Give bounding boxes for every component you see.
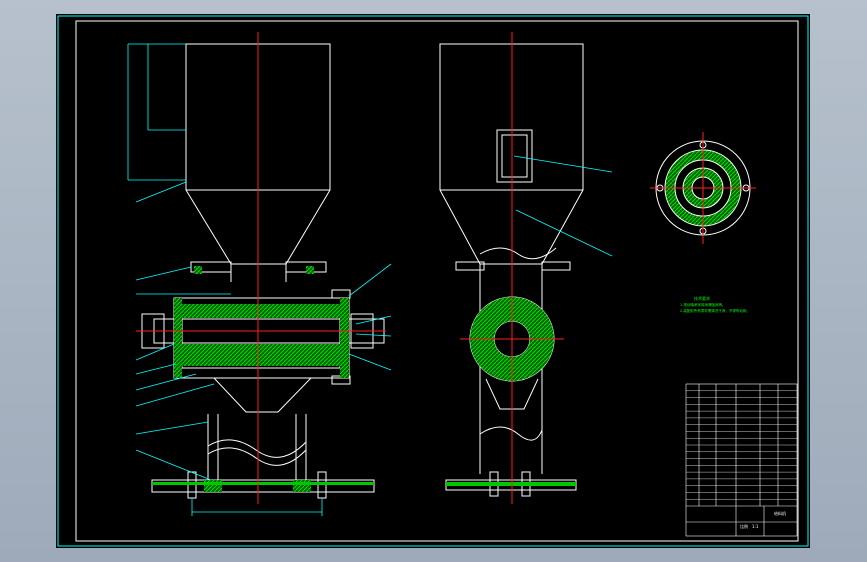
top-view — [650, 132, 756, 244]
front-leaders — [127, 43, 392, 516]
title-block: 给料机 比例 1:1 — [686, 506, 797, 536]
base-plate — [151, 479, 375, 493]
drawing-name: 给料机 — [774, 511, 786, 516]
drawing-sheet: 技术要求 1.滚动轴承采用润滑脂润滑。 2.装配前所有零件需清洗干净，不得有毛刺… — [56, 14, 810, 548]
front-centerlines — [136, 32, 386, 504]
notes-line-2: 2.装配前所有零件需清洗干净，不得有毛刺。 — [680, 309, 750, 313]
scale-value: 1:1 — [752, 524, 759, 529]
parts-list-fill — [700, 390, 715, 502]
front-hatching — [152, 266, 374, 492]
front-view — [141, 43, 385, 499]
engineering-drawing — [57, 15, 809, 547]
side-leaders — [513, 155, 613, 257]
side-centerlines — [460, 32, 564, 504]
side-hatching — [446, 297, 576, 486]
scale-label: 比例 — [740, 524, 748, 529]
discharge-cone — [213, 377, 312, 413]
cad-viewport[interactable]: 技术要求 1.滚动轴承采用润滑脂润滑。 2.装配前所有零件需清洗干净，不得有毛刺… — [0, 0, 867, 562]
inner-border — [75, 20, 799, 542]
technical-notes: 技术要求 1.滚动轴承采用润滑脂润滑。 2.装配前所有零件需清洗干净，不得有毛刺… — [680, 296, 800, 314]
outer-border — [57, 15, 809, 547]
